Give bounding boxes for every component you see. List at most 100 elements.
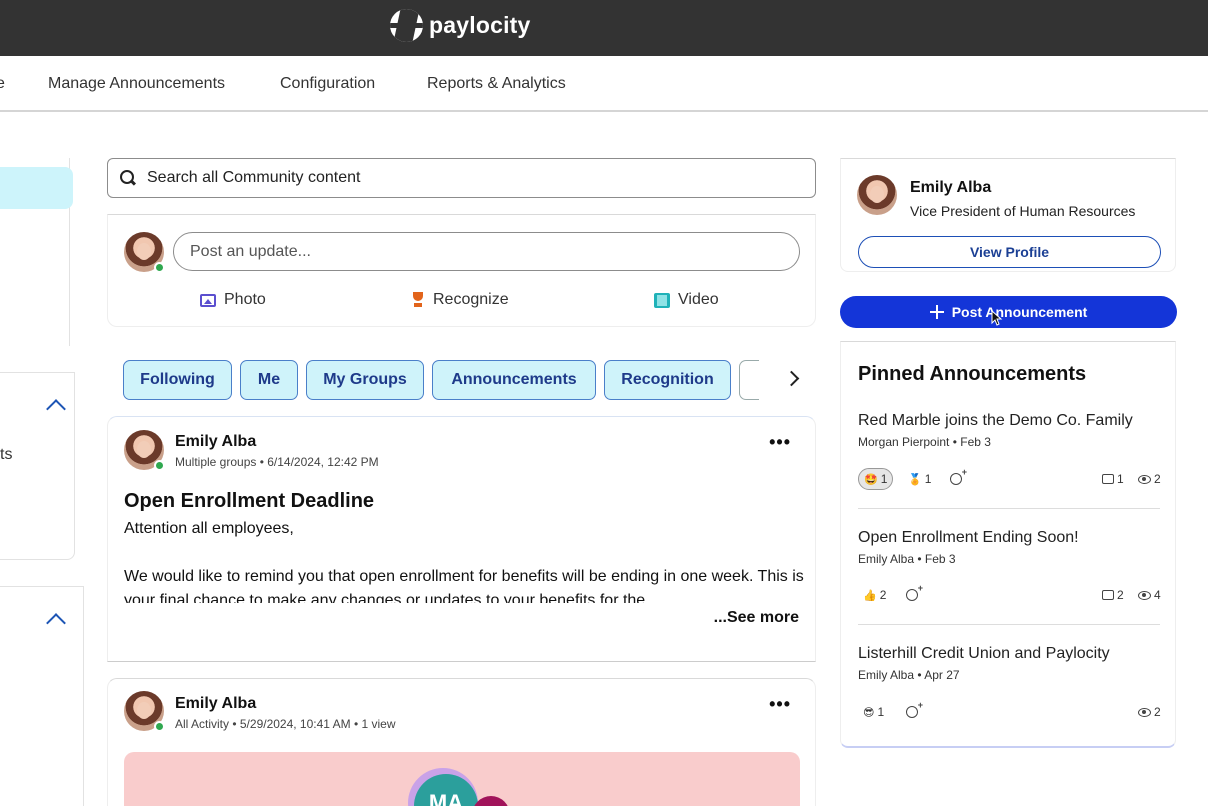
- pinned-item[interactable]: Open Enrollment Ending Soon! Emily Alba …: [858, 529, 1161, 602]
- add-reaction-button[interactable]: [950, 467, 967, 490]
- banner-initials-avatar: MA: [414, 774, 478, 806]
- see-more-link[interactable]: ...See more: [709, 609, 799, 627]
- post-update-input[interactable]: Post an update...: [173, 232, 800, 271]
- community-search[interactable]: Search all Community content: [107, 158, 816, 198]
- sunglasses-emoji-icon: 😎: [863, 706, 875, 719]
- left-sidebar: ts: [0, 112, 84, 806]
- nav-item-configuration[interactable]: Configuration: [280, 75, 375, 93]
- avatar[interactable]: [124, 232, 165, 273]
- reaction-count: 1: [877, 705, 885, 719]
- eye-icon: [1138, 474, 1151, 484]
- video-icon: [654, 292, 670, 308]
- trophy-icon: [411, 292, 425, 308]
- avatar-face: [870, 186, 884, 203]
- main-nav: e Manage Announcements Configuration Rep…: [0, 56, 1208, 112]
- pinned-item-stats: 🤩 1 🏅 1 1 2: [858, 467, 1161, 490]
- post-announcement-label: Post Announcement: [951, 304, 1088, 320]
- eye-icon: [1138, 590, 1151, 600]
- post-author[interactable]: Emily Alba: [175, 433, 256, 451]
- video-label: Video: [678, 291, 719, 308]
- nav-item-reports-analytics[interactable]: Reports & Analytics: [427, 75, 566, 93]
- divider: [858, 624, 1160, 625]
- pinned-item-stats: 👍 2 2 4: [858, 583, 1161, 606]
- filter-chip-my-groups[interactable]: My Groups: [306, 360, 424, 400]
- banner-avatar: [472, 796, 510, 806]
- comment-count-value: 1: [1117, 472, 1124, 486]
- filter-chip-announcements[interactable]: Announcements: [432, 360, 596, 400]
- view-count: 4: [1138, 584, 1161, 606]
- medal-emoji-icon: 🏅: [908, 473, 922, 486]
- avatar[interactable]: [124, 430, 165, 471]
- pinned-item-stats: 😎 1 2: [858, 700, 1161, 723]
- nav-item-partial[interactable]: e: [0, 75, 5, 93]
- post-body: Attention all employees, We would like t…: [124, 517, 804, 603]
- filter-chip-following[interactable]: Following: [123, 360, 232, 400]
- chevron-right-icon[interactable]: [783, 370, 800, 387]
- reaction-chip[interactable]: 🏅 1: [908, 468, 931, 490]
- comment-icon: [1102, 474, 1114, 484]
- more-options-icon[interactable]: •••: [769, 432, 791, 453]
- profile-card: Emily Alba Vice President of Human Resou…: [840, 158, 1176, 272]
- paylocity-logo[interactable]: paylocity: [390, 9, 531, 42]
- post-body-line: Attention all employees,: [124, 520, 294, 537]
- comment-count[interactable]: 1: [1102, 468, 1124, 490]
- add-reaction-button[interactable]: [906, 583, 923, 606]
- post-body-line: We would like to remind you that open en…: [124, 568, 804, 603]
- left-section-card: [0, 372, 75, 560]
- filter-chip-partial[interactable]: [739, 360, 759, 400]
- reaction-count: 1: [924, 472, 932, 486]
- post-announcement-button[interactable]: Post Announcement: [840, 296, 1177, 328]
- avatar[interactable]: [124, 691, 165, 732]
- chevron-up-icon[interactable]: [46, 613, 66, 633]
- search-input[interactable]: Search all Community content: [147, 169, 360, 187]
- add-reaction-icon: [906, 700, 923, 718]
- view-profile-button[interactable]: View Profile: [858, 236, 1161, 268]
- recognize-label: Recognize: [433, 291, 509, 308]
- reaction-chip[interactable]: 👍 2: [863, 584, 886, 606]
- filter-chip-me[interactable]: Me: [240, 360, 298, 400]
- filter-chip-recognition[interactable]: Recognition: [604, 360, 731, 400]
- pinned-item-title[interactable]: Open Enrollment Ending Soon!: [858, 529, 1160, 547]
- post-meta: All Activity • 5/29/2024, 10:41 AM • 1 v…: [175, 717, 396, 731]
- post-title: Open Enrollment Deadline: [124, 490, 375, 512]
- more-options-icon[interactable]: •••: [769, 694, 791, 715]
- post-body-spacer: [124, 541, 804, 565]
- view-count: 2: [1138, 468, 1161, 490]
- star-eyes-emoji-icon: 🤩: [864, 473, 878, 486]
- reaction-chip[interactable]: 🤩 1: [858, 468, 894, 490]
- top-bar: paylocity: [0, 0, 1208, 56]
- recognize-button[interactable]: Recognize: [411, 291, 509, 309]
- add-reaction-icon: [906, 583, 923, 601]
- pinned-item-title[interactable]: Red Marble joins the Demo Co. Family: [858, 412, 1160, 430]
- profile-name: Emily Alba: [910, 179, 992, 196]
- online-status-icon: [154, 460, 165, 471]
- photo-icon: [200, 293, 216, 307]
- pinned-item-meta: Morgan Pierpoint • Feb 3: [858, 435, 991, 449]
- post-author[interactable]: Emily Alba: [175, 695, 256, 713]
- left-menu-active-item[interactable]: [0, 167, 73, 209]
- avatar[interactable]: [857, 175, 897, 215]
- add-reaction-button[interactable]: [906, 700, 923, 723]
- add-reaction-icon: [950, 467, 967, 485]
- view-count-value: 2: [1154, 472, 1161, 486]
- eye-icon: [1138, 707, 1151, 717]
- nav-item-manage-announcements[interactable]: Manage Announcements: [48, 75, 225, 93]
- post-banner-image: MA: [124, 752, 800, 806]
- pinned-item[interactable]: Red Marble joins the Demo Co. Family Mor…: [858, 412, 1161, 490]
- video-button[interactable]: Video: [654, 291, 719, 309]
- view-count-value: 4: [1154, 588, 1161, 602]
- thumbs-up-emoji-icon: 👍: [863, 589, 877, 602]
- avatar-face: [137, 243, 151, 260]
- left-section-card-2: [0, 586, 84, 806]
- pinned-announcements-card: Pinned Announcements Red Marble joins th…: [840, 341, 1176, 748]
- feed-post: Emily Alba Multiple groups • 6/14/2024, …: [107, 416, 816, 662]
- chevron-up-icon[interactable]: [46, 399, 66, 419]
- pinned-item-meta: Emily Alba • Apr 27: [858, 668, 960, 682]
- reaction-chip[interactable]: 😎 1: [863, 701, 884, 723]
- search-icon: [120, 170, 136, 186]
- pinned-item-title[interactable]: Listerhill Credit Union and Paylocity: [858, 645, 1160, 663]
- pinned-item[interactable]: Listerhill Credit Union and Paylocity Em…: [858, 645, 1161, 719]
- comment-count[interactable]: 2: [1102, 584, 1124, 606]
- photo-button[interactable]: Photo: [200, 291, 266, 309]
- online-status-icon: [154, 262, 165, 273]
